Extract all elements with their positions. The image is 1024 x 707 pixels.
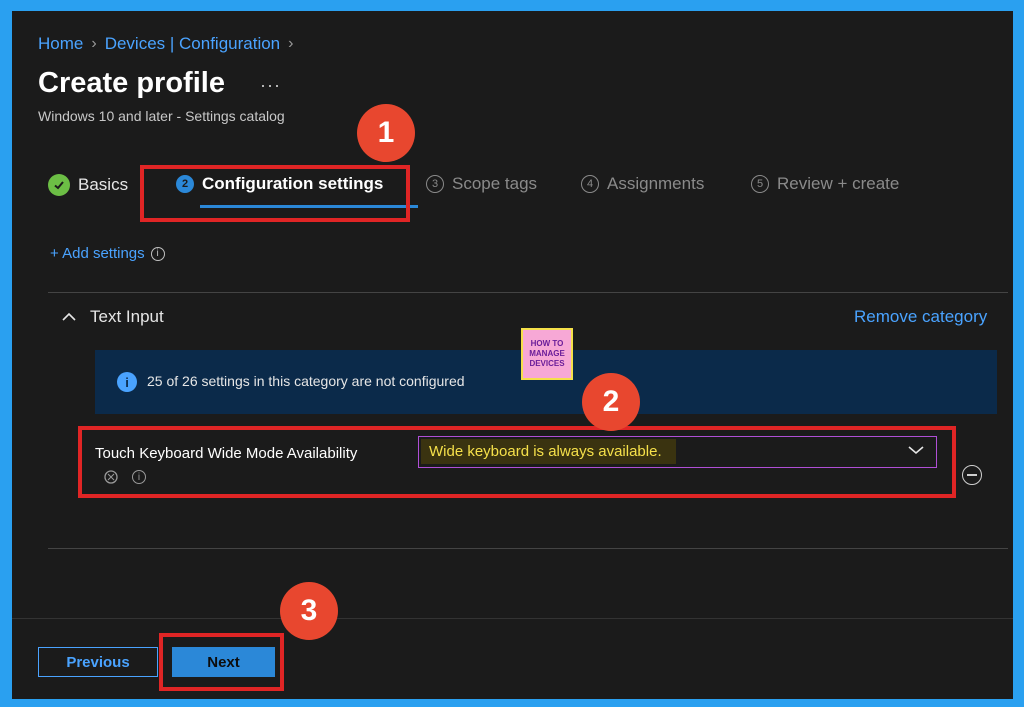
page-subtitle: Windows 10 and later - Settings catalog — [38, 108, 285, 124]
info-icon[interactable]: i — [150, 246, 165, 261]
tab-review-create[interactable]: 5 Review + create — [751, 174, 899, 194]
watermark-logo: HOW TO MANAGE DEVICES — [521, 328, 573, 380]
highlight-box-next — [159, 633, 284, 691]
check-icon — [48, 174, 70, 196]
annotation-badge-3: 3 — [280, 582, 338, 640]
add-settings-link[interactable]: + Add settings i — [50, 245, 165, 262]
annotation-badge-2: 2 — [582, 373, 640, 431]
category-title: Text Input — [90, 307, 164, 326]
tab-label: Scope tags — [452, 174, 538, 193]
annotation-badge-1: 1 — [357, 104, 415, 162]
remove-category-link[interactable]: Remove category — [854, 307, 987, 327]
tab-basics[interactable]: Basics — [48, 174, 128, 196]
page-title: Create profile — [38, 67, 225, 99]
breadcrumb-separator-icon: › — [91, 35, 97, 52]
footer-divider — [12, 618, 1013, 619]
info-icon: i — [117, 372, 137, 392]
breadcrumb-separator-icon: › — [288, 35, 294, 52]
breadcrumb-home[interactable]: Home — [38, 34, 83, 54]
step-number-icon: 3 — [426, 175, 444, 193]
tab-assignments[interactable]: 4 Assignments — [581, 174, 704, 194]
category-header[interactable]: Text Input — [62, 307, 164, 327]
previous-button[interactable]: Previous — [38, 647, 158, 677]
remove-setting-icon[interactable] — [962, 465, 982, 485]
divider — [48, 292, 1008, 293]
highlight-box-setting — [78, 426, 956, 498]
banner-text: 25 of 26 settings in this category are n… — [147, 373, 465, 389]
step-number-icon: 4 — [581, 175, 599, 193]
tab-label: Review + create — [777, 174, 900, 193]
highlight-box-tab — [140, 165, 410, 222]
app-window: Home › Devices | Configuration › Create … — [12, 11, 1013, 699]
tab-label: Assignments — [607, 174, 705, 193]
divider — [48, 548, 1008, 549]
tab-scope-tags[interactable]: 3 Scope tags — [426, 174, 537, 194]
step-number-icon: 5 — [751, 175, 769, 193]
tab-label: Basics — [78, 175, 129, 194]
more-options-icon[interactable]: ··· — [260, 75, 281, 96]
chevron-up-icon — [62, 312, 76, 321]
breadcrumb: Home › Devices | Configuration › — [38, 34, 293, 54]
add-settings-label: + Add settings — [50, 245, 145, 262]
breadcrumb-devices-configuration[interactable]: Devices | Configuration — [105, 34, 280, 54]
